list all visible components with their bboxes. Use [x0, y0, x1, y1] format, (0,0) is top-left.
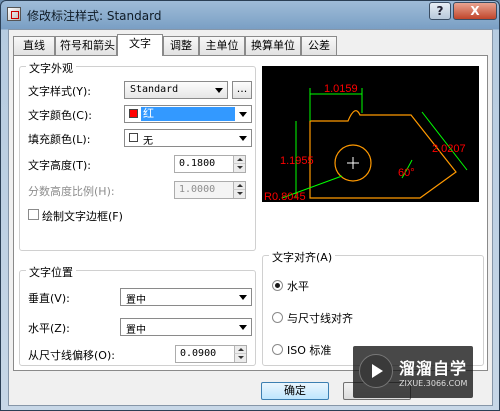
ok-button[interactable]: 确定 — [261, 382, 329, 400]
watermark-badge: 溜溜自学 ZIXUE.3066.COM — [353, 346, 473, 398]
tab-lines[interactable]: 直线 — [13, 36, 55, 55]
text-style-label: 文字样式(Y): — [28, 85, 92, 98]
preview-dim-angle: 60° — [398, 167, 415, 179]
align-iso-radio[interactable] — [272, 344, 283, 355]
vertical-dropdown[interactable]: 置中 — [120, 288, 252, 306]
tab-fit[interactable]: 调整 — [163, 36, 199, 55]
spin-down-icon[interactable] — [233, 164, 245, 172]
group-title-appearance: 文字外观 — [26, 60, 76, 76]
text-color-label: 文字颜色(C): — [28, 109, 92, 122]
text-style-value: Standard — [130, 84, 179, 95]
text-color-dropdown[interactable]: 红 — [124, 105, 252, 123]
fill-color-label: 填充颜色(L): — [28, 133, 91, 146]
offset-label: 从尺寸线偏移(O): — [28, 349, 115, 362]
group-title-placement: 文字位置 — [26, 264, 76, 280]
align-with-dimline-label: 与尺寸线对齐 — [287, 312, 353, 325]
fraction-scale-value: 1.0000 — [179, 184, 216, 195]
vertical-label: 垂直(V): — [28, 292, 70, 305]
fraction-scale-stepper: 1.0000 — [174, 181, 246, 199]
text-style-dropdown[interactable]: Standard — [124, 81, 228, 99]
text-appearance-group: 文字外观 文字样式(Y): Standard ... 文字颜色(C): 红 填充… — [19, 60, 256, 251]
text-style-browse-button[interactable]: ... — [232, 81, 252, 99]
vertical-value: 置中 — [126, 295, 146, 306]
help-button[interactable]: ? — [429, 2, 451, 20]
fill-color-value: 无 — [143, 136, 153, 147]
text-placement-group: 文字位置 垂直(V): 置中 水平(Z): 置中 从尺寸线偏移(O): 0.09… — [19, 264, 256, 366]
align-horizontal-radio[interactable] — [272, 280, 283, 291]
text-height-stepper[interactable]: 0.1800 — [174, 155, 246, 173]
chevron-down-icon — [215, 88, 223, 93]
tab-symbols-arrows[interactable]: 符号和箭头 — [55, 36, 117, 55]
chevron-down-icon — [239, 295, 247, 300]
title-bar[interactable]: 修改标注样式: Standard ? X — [1, 1, 499, 28]
tab-alternate-units[interactable]: 换算单位 — [245, 36, 301, 55]
chevron-down-icon — [239, 325, 247, 330]
align-horizontal-label: 水平 — [287, 280, 309, 293]
group-title-alignment: 文字对齐(A) — [269, 249, 336, 265]
dialog-window: 修改标注样式: Standard ? X 直线 符号和箭头 文字 调整 主单位 … — [0, 0, 500, 411]
no-fill-swatch-icon — [129, 133, 138, 142]
draw-frame-checkbox[interactable] — [28, 209, 39, 220]
preview-dim-radius: R0.8045 — [264, 191, 306, 202]
spin-down-icon — [233, 190, 245, 198]
tab-primary-units[interactable]: 主单位 — [199, 36, 245, 55]
tab-text[interactable]: 文字 — [117, 34, 163, 56]
dim-line-right — [421, 111, 468, 171]
tab-page-text: 文字外观 文字样式(Y): Standard ... 文字颜色(C): 红 填充… — [13, 55, 488, 371]
chevron-down-icon — [239, 136, 247, 141]
preview-dim-top: 1.0159 — [324, 83, 358, 95]
fill-color-dropdown[interactable]: 无 — [124, 129, 252, 147]
horizontal-label: 水平(Z): — [28, 322, 70, 335]
app-icon — [7, 7, 21, 21]
window-title: 修改标注样式: Standard — [27, 9, 162, 23]
preview-dim-left: 1.1955 — [280, 155, 314, 167]
text-height-value: 0.1800 — [179, 158, 216, 169]
text-height-label: 文字高度(T): — [28, 159, 92, 172]
draw-frame-label: 绘制文字边框(F) — [42, 210, 123, 223]
close-button[interactable]: X — [453, 2, 497, 20]
play-logo-icon — [359, 354, 393, 388]
watermark-title: 溜溜自学 — [399, 359, 468, 378]
align-with-dimline-radio[interactable] — [272, 312, 283, 323]
spin-up-icon[interactable] — [234, 346, 246, 354]
horizontal-value: 置中 — [126, 325, 146, 336]
offset-value: 0.0900 — [180, 348, 217, 359]
dimension-preview: 1.0159 1.1955 2.0207 60° R0.8045 — [262, 66, 479, 203]
preview-drawing: 1.0159 1.1955 2.0207 60° R0.8045 — [264, 83, 468, 203]
tab-tolerances[interactable]: 公差 — [301, 36, 337, 55]
offset-stepper[interactable]: 0.0900 — [175, 345, 247, 363]
text-color-value: 红 — [141, 107, 235, 121]
color-swatch-icon — [129, 109, 138, 118]
preview-dim-right: 2.0207 — [432, 143, 466, 155]
spin-up-icon[interactable] — [233, 156, 245, 164]
chevron-down-icon — [239, 112, 247, 117]
spin-down-icon[interactable] — [234, 354, 246, 362]
horizontal-dropdown[interactable]: 置中 — [120, 318, 252, 336]
align-iso-label: ISO 标准 — [287, 344, 332, 357]
spin-up-icon — [233, 182, 245, 190]
watermark-subtitle: ZIXUE.3066.COM — [399, 379, 468, 388]
fraction-scale-label: 分数高度比例(H): — [28, 185, 115, 198]
